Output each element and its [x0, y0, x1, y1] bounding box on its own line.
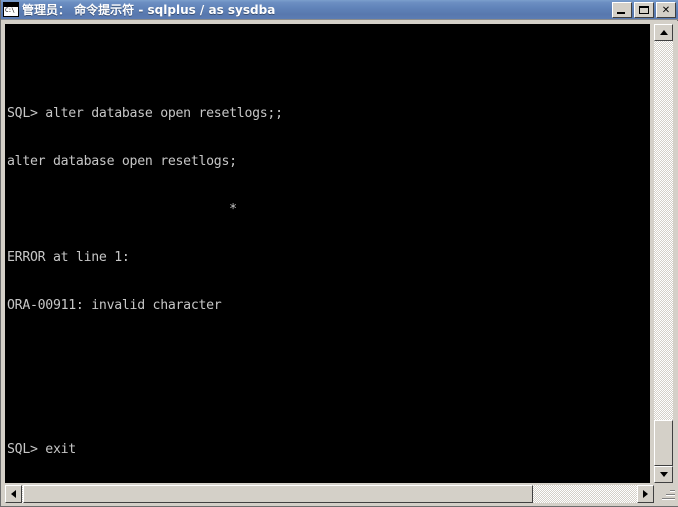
window-title: 管理员： 命令提示符 - sqlplus / as sysdba	[22, 2, 276, 17]
maximize-button[interactable]	[634, 2, 654, 18]
minimize-icon	[617, 12, 625, 14]
console-window: C:\ 管理员： 命令提示符 - sqlplus / as sysdba ✕ S…	[0, 0, 678, 507]
horizontal-scrollbar[interactable]	[5, 485, 654, 503]
chevron-left-icon	[11, 490, 16, 498]
console-output-area[interactable]: SQL> alter database open resetlogs;; alt…	[5, 24, 650, 483]
close-button[interactable]: ✕	[656, 2, 676, 18]
title-bar[interactable]: C:\ 管理员： 命令提示符 - sqlplus / as sysdba ✕	[1, 0, 678, 20]
window-client-area: SQL> alter database open resetlogs;; alt…	[2, 21, 678, 506]
minimize-button[interactable]	[612, 2, 632, 18]
console-line: SQL> exit	[7, 442, 76, 457]
console-line: alter database open resetlogs;	[7, 154, 237, 169]
scroll-up-button[interactable]	[654, 24, 673, 41]
chevron-right-icon	[643, 490, 648, 498]
console-line: SQL> alter database open resetlogs;;	[7, 106, 283, 121]
vertical-scrollbar[interactable]	[654, 24, 673, 483]
cmd-console-icon-text: C:\	[5, 7, 15, 14]
console-text: SQL> alter database open resetlogs;; alt…	[7, 26, 650, 483]
scroll-down-button[interactable]	[654, 466, 673, 483]
caption-button-group: ✕	[612, 2, 676, 18]
console-line: *	[7, 202, 237, 217]
scroll-right-button[interactable]	[637, 485, 654, 503]
vertical-scroll-track[interactable]	[654, 41, 673, 466]
console-line: ORA-00911: invalid character	[7, 298, 222, 313]
cmd-console-icon[interactable]: C:\	[3, 2, 19, 17]
close-icon: ✕	[661, 4, 671, 16]
resize-grip[interactable]	[661, 487, 675, 501]
horizontal-scroll-thumb[interactable]	[23, 485, 533, 503]
chevron-down-icon	[659, 472, 668, 477]
maximize-icon	[639, 6, 649, 14]
chevron-up-icon	[659, 30, 668, 35]
console-line: ERROR at line 1:	[7, 250, 130, 265]
scroll-left-button[interactable]	[5, 485, 22, 503]
vertical-scroll-thumb[interactable]	[654, 420, 673, 466]
